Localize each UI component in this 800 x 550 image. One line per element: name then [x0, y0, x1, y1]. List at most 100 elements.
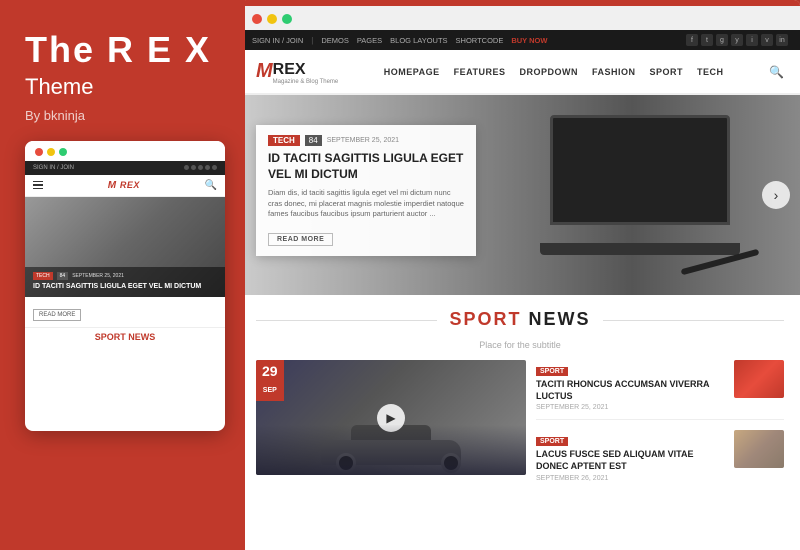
sport-date-day: 29 [262, 364, 278, 379]
sport-side-image-2 [734, 430, 784, 468]
topbar-demos[interactable]: DEMOS [321, 36, 349, 45]
sport-grid: 29 SEP ▶ [256, 360, 784, 490]
nav-tech[interactable]: TECH [697, 67, 724, 77]
mobile-logo-m: M [108, 180, 117, 191]
sport-main-article: 29 SEP ▶ [256, 360, 526, 490]
topbar-pages[interactable]: PAGES [357, 36, 382, 45]
mobile-social-fb [184, 165, 189, 170]
mobile-sport-title: SPORT NEWS [33, 332, 217, 342]
nav-homepage[interactable]: HOMEPAGE [384, 67, 440, 77]
nav-dropdown[interactable]: DROPDOWN [519, 67, 578, 77]
social-yt-icon[interactable]: y [731, 34, 743, 46]
nav-sport[interactable]: SPORT [650, 67, 684, 77]
social-vk-icon[interactable]: v [761, 34, 773, 46]
theme-subtitle: Theme [25, 74, 225, 100]
hero-badge-row: TECH 84 SEPTEMBER 25, 2021 [268, 135, 464, 146]
mobile-article-date: SEPTEMBER 25, 2021 [72, 273, 124, 279]
mobile-read-more-btn[interactable]: READ MORE [33, 309, 81, 321]
nav-fashion[interactable]: FASHION [592, 67, 636, 77]
sport-date-badge: 29 SEP [256, 360, 284, 401]
social-gp-icon[interactable]: g [716, 34, 728, 46]
mobile-sport-section: SPORT NEWS [25, 327, 225, 348]
sport-side-image-1 [734, 360, 784, 398]
social-ig-icon[interactable]: i [746, 34, 758, 46]
sport-section-title: SPORT NEWS [449, 309, 590, 330]
sport-side-text-1: SPORT TACITI RHONCUS ACCUMSAN VIVERRA LU… [536, 360, 726, 411]
laptop-base [540, 243, 740, 255]
hero-read-more-btn[interactable]: READ MORE [268, 233, 333, 246]
site-topbar: SIGN IN / JOIN | DEMOS PAGES BLOG LAYOUT… [240, 30, 800, 50]
window-dot-green [282, 14, 292, 24]
sport-badge-2: SPORT [536, 437, 568, 446]
social-tw-icon[interactable]: t [701, 34, 713, 46]
sport-side-date-1: SEPTEMBER 25, 2021 [536, 404, 726, 411]
mobile-signin: SIGN IN / JOIN [33, 165, 74, 171]
window-dot-red [252, 14, 262, 24]
hero-date: SEPTEMBER 25, 2021 [327, 137, 399, 144]
topbar-signin[interactable]: SIGN IN / JOIN [252, 36, 303, 45]
sport-side-item-1: SPORT TACITI RHONCUS ACCUMSAN VIVERRA LU… [536, 360, 784, 420]
mobile-topbar: SIGN IN / JOIN [25, 161, 225, 175]
right-panel: SIGN IN / JOIN | DEMOS PAGES BLOG LAYOUT… [240, 0, 800, 550]
mobile-article-title: ID TACITI SAGITTIS LIGULA EGET VEL MI DI… [33, 283, 217, 291]
sport-side-date-2: SEPTEMBER 26, 2021 [536, 475, 726, 482]
car-silhouette-overlay [256, 425, 526, 475]
sport-side-title-2: LACUS FUSCE SED ALIQUAM VITAE DONEC APTE… [536, 449, 726, 472]
topbar-blog-layouts[interactable]: BLOG LAYOUTS [390, 36, 447, 45]
mobile-search-icon[interactable]: 🔍 [205, 180, 217, 191]
site-topbar-social: f t g y i v in [686, 34, 788, 46]
mobile-logo: M REX [108, 180, 140, 191]
logo-tagline: Magazine & Blog Theme [273, 79, 339, 85]
window-dots-bar [240, 6, 800, 30]
sport-side-title-1: TACITI RHONCUS ACCUMSAN VIVERRA LUCTUS [536, 379, 726, 402]
theme-title: The R E X [25, 30, 225, 70]
mobile-sport-red: SPORT [95, 332, 126, 342]
mobile-badge-num: 84 [57, 272, 69, 280]
site-nav-links: HOMEPAGE FEATURES DROPDOWN FASHION SPORT… [358, 67, 749, 77]
laptop-illustration [540, 115, 740, 255]
site-topbar-links: SIGN IN / JOIN | DEMOS PAGES BLOG LAYOUT… [252, 36, 547, 45]
left-panel: The R E X Theme By bkninja SIGN IN / JOI… [0, 0, 245, 550]
mobile-social-ig [198, 165, 203, 170]
hero-article-card: TECH 84 SEPTEMBER 25, 2021 ID TACITI SAG… [256, 125, 476, 256]
topbar-shortcode[interactable]: SHORTCODE [456, 36, 504, 45]
mobile-sport-news: NEWS [128, 332, 155, 342]
sport-title-red: SPORT [449, 309, 521, 329]
topbar-buy-now[interactable]: BUY NOW [511, 36, 547, 45]
logo-rex-text: REX [273, 61, 306, 78]
nav-features[interactable]: FEATURES [454, 67, 506, 77]
mobile-dot-yellow [47, 148, 55, 156]
hamburger-icon[interactable] [33, 181, 43, 190]
mobile-hero: TECH 84 SEPTEMBER 25, 2021 ID TACITI SAG… [25, 197, 225, 297]
mobile-social-tw [191, 165, 196, 170]
sport-title-dark: NEWS [522, 309, 591, 329]
theme-author: By bkninja [25, 108, 225, 123]
sport-date-month: SEP [263, 387, 277, 394]
search-icon[interactable]: 🔍 [769, 65, 784, 79]
mobile-badge-tech: TECH [33, 272, 53, 280]
sport-side-item-2: SPORT LACUS FUSCE SED ALIQUAM VITAE DONE… [536, 430, 784, 489]
sport-section-header: SPORT NEWS [256, 309, 784, 330]
social-li-icon[interactable]: in [776, 34, 788, 46]
mobile-logo-rex: REX [120, 180, 140, 190]
mobile-preview: SIGN IN / JOIN M REX 🔍 [25, 141, 225, 431]
social-fb-icon[interactable]: f [686, 34, 698, 46]
sport-main-image: 29 SEP ▶ [256, 360, 526, 475]
hero-tech-badge: TECH [268, 135, 300, 146]
window-dot-yellow [267, 14, 277, 24]
hero-section: TECH 84 SEPTEMBER 25, 2021 ID TACITI SAG… [240, 95, 800, 295]
mobile-hero-overlay: TECH 84 SEPTEMBER 25, 2021 ID TACITI SAG… [25, 267, 225, 296]
sport-subtitle: Place for the subtitle [256, 340, 784, 350]
sport-badge-1: SPORT [536, 367, 568, 376]
mobile-social-icons [184, 165, 217, 170]
mobile-social-vk [212, 165, 217, 170]
hero-article-body: Diam dis, id taciti sagittis ligula eget… [268, 188, 464, 220]
sport-section: SPORT NEWS Place for the subtitle 29 SEP [240, 295, 800, 500]
mobile-social-yt [205, 165, 210, 170]
laptop-screen [550, 115, 730, 225]
hero-next-arrow[interactable]: › [762, 181, 790, 209]
sport-side-text-2: SPORT LACUS FUSCE SED ALIQUAM VITAE DONE… [536, 430, 726, 481]
sport-title-wrapper: SPORT NEWS [437, 309, 602, 330]
mobile-navbar: M REX 🔍 [25, 175, 225, 197]
mobile-badge-row: TECH 84 SEPTEMBER 25, 2021 [33, 272, 217, 280]
